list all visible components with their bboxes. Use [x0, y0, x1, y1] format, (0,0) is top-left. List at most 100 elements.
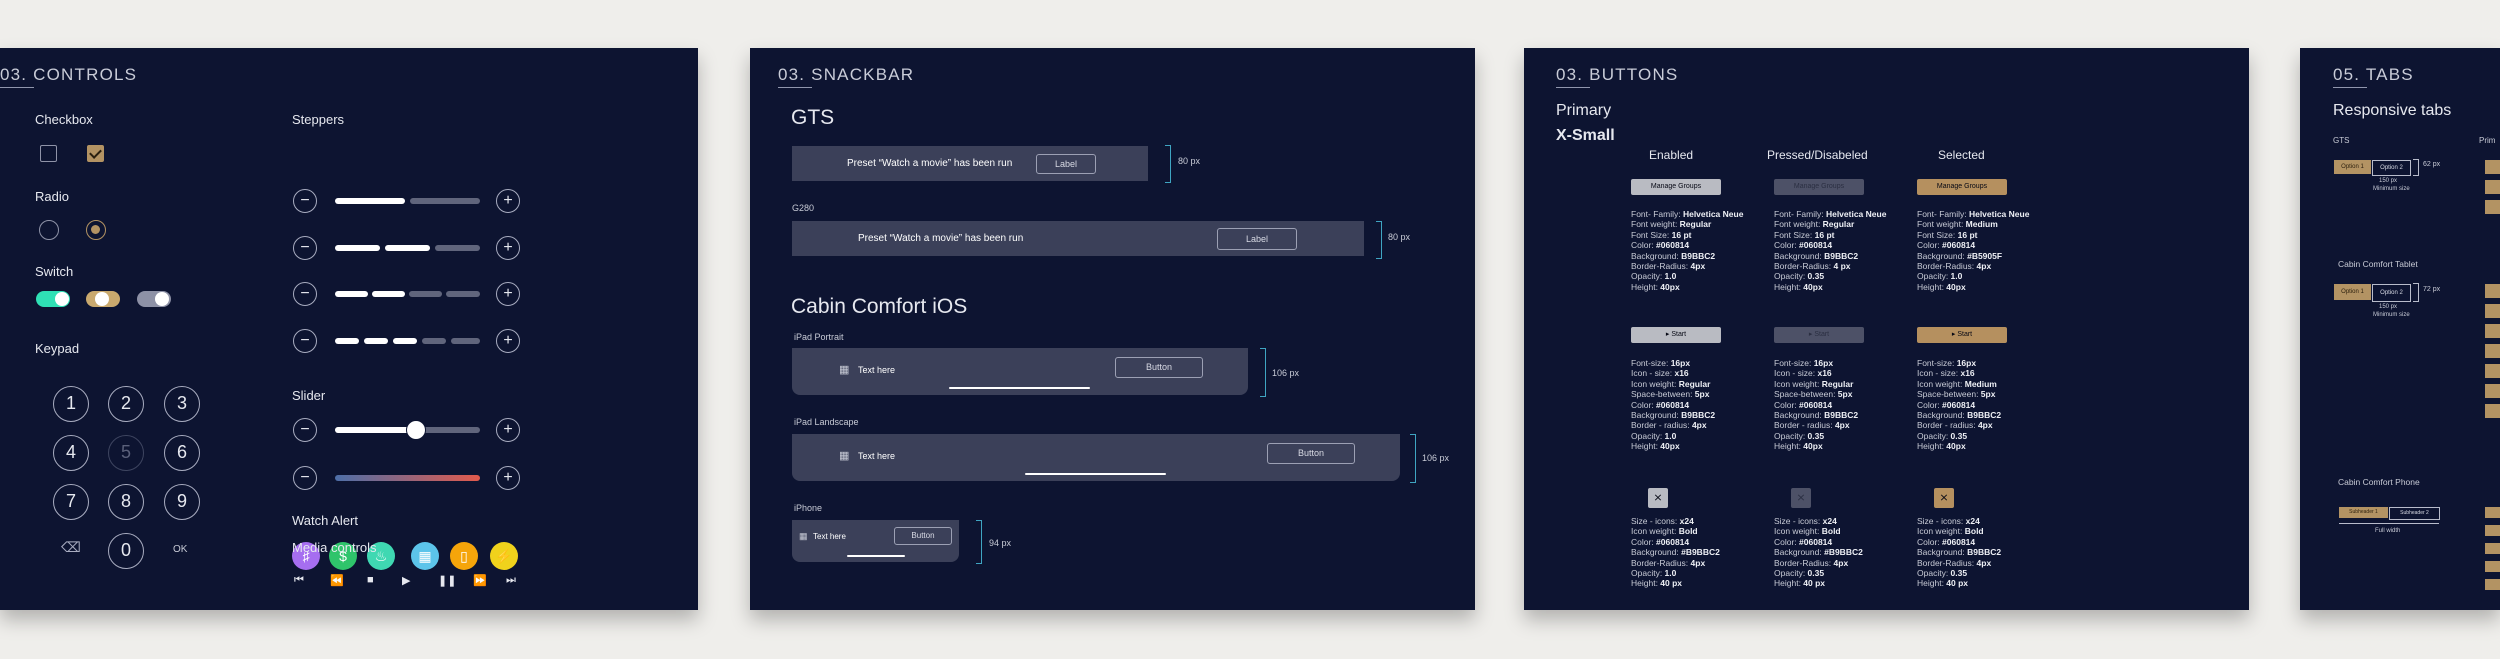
key-0[interactable]: 0: [108, 533, 144, 569]
key-6[interactable]: 6: [164, 435, 200, 471]
bolt-icon[interactable]: ⚡: [490, 542, 518, 570]
slider-plus-button[interactable]: +: [496, 418, 520, 442]
height-bracket: [2413, 159, 2419, 176]
tab-partial[interactable]: [2485, 324, 2500, 338]
spec-line: Icon weight: Bold: [1631, 526, 1698, 537]
radio-unselected[interactable]: [39, 220, 59, 240]
snackbar-button[interactable]: Button: [1115, 357, 1203, 378]
gradient-minus-button[interactable]: −: [293, 466, 317, 490]
tab-partial[interactable]: [2485, 579, 2500, 590]
key-4[interactable]: 4: [53, 435, 89, 471]
key-2[interactable]: 2: [108, 386, 144, 422]
stepper-segment: [364, 338, 388, 344]
slider-thumb[interactable]: [406, 420, 427, 440]
tab-partial[interactable]: [2485, 284, 2500, 298]
stepper-minus-button[interactable]: −: [293, 189, 317, 213]
responsive-tabs-heading: Responsive tabs: [2333, 102, 2452, 119]
spec-line: Opacity: 0.35: [1917, 568, 1968, 579]
stepper-minus-button[interactable]: −: [293, 329, 317, 353]
manage-groups-button-pressed[interactable]: Manage Groups: [1774, 179, 1864, 195]
key-5-disabled[interactable]: 5: [108, 435, 144, 471]
phone-icon[interactable]: ▯: [450, 542, 478, 570]
checkbox-checked[interactable]: [87, 145, 104, 162]
tab-partial[interactable]: [2485, 404, 2500, 418]
tab-partial[interactable]: [2485, 364, 2500, 378]
key-9[interactable]: 9: [164, 484, 200, 520]
switch-on-gold[interactable]: [86, 291, 120, 307]
start-button-selected[interactable]: ▸ Start: [1917, 327, 2007, 343]
tab-partial[interactable]: [2485, 180, 2500, 194]
tab-partial[interactable]: [2485, 543, 2500, 554]
snackbar-button[interactable]: Button: [1267, 443, 1355, 464]
gradient-slider-track[interactable]: [335, 475, 480, 481]
tab-partial[interactable]: [2485, 561, 2500, 572]
fast-forward-icon[interactable]: ⏩: [473, 574, 487, 587]
snackbar-label-button[interactable]: Label: [1217, 228, 1297, 250]
stepper-plus-button[interactable]: +: [496, 282, 520, 306]
start-button-enabled[interactable]: ▸ Start: [1631, 327, 1721, 343]
spec-line: Icon weight: Regular: [1774, 378, 1854, 389]
tab-partial[interactable]: [2485, 507, 2500, 518]
calendar-icon[interactable]: ▦: [411, 542, 439, 570]
spec-line: Height: 40px: [1917, 281, 1966, 292]
checkbox-unchecked[interactable]: [40, 145, 57, 162]
spec-line: Color: #060814: [1917, 536, 1976, 547]
mute-icon[interactable]: ⨯: [1648, 488, 1668, 508]
snackbar-message: Preset “Watch a movie” has been run: [847, 158, 1013, 169]
skip-back-icon[interactable]: ⏮: [294, 574, 304, 587]
tab-partial[interactable]: [2485, 525, 2500, 536]
stepper-segment: [422, 338, 446, 344]
stepper-plus-button[interactable]: +: [496, 189, 520, 213]
tab-partial[interactable]: [2485, 344, 2500, 358]
start-button-pressed[interactable]: ▸ Start: [1774, 327, 1864, 343]
switch-off[interactable]: [137, 291, 171, 307]
gradient-plus-button[interactable]: +: [496, 466, 520, 490]
pause-icon[interactable]: ❚❚: [438, 574, 456, 587]
tab-subheader-2[interactable]: Subheader 2: [2389, 507, 2440, 520]
snackbar-label-button[interactable]: Label: [1036, 154, 1096, 174]
key-1[interactable]: 1: [53, 386, 89, 422]
mute-icon[interactable]: ⨯: [1791, 488, 1811, 508]
snackbar-button[interactable]: Button: [894, 527, 952, 545]
stepper-plus-button[interactable]: +: [496, 236, 520, 260]
spec-line: Icon weight: Bold: [1917, 526, 1984, 537]
rewind-icon[interactable]: ⏪: [330, 574, 344, 587]
key-7[interactable]: 7: [53, 484, 89, 520]
gts-heading: GTS: [791, 106, 835, 129]
manage-groups-button-selected[interactable]: Manage Groups: [1917, 179, 2007, 195]
spec-line: Height: 40px: [1917, 441, 1966, 452]
stop-icon[interactable]: ■: [367, 574, 374, 586]
tab-option-2[interactable]: Option 2: [2372, 160, 2411, 176]
spec-block-selected: Font- Family: Helvetica Neue Font weight:…: [1917, 209, 2029, 292]
key-8[interactable]: 8: [108, 484, 144, 520]
snackbar-message: Preset “Watch a movie” has been run: [858, 233, 1024, 244]
slider-minus-button[interactable]: −: [293, 418, 317, 442]
spec-line: Font- Family: Helvetica Neue: [1917, 209, 2030, 219]
switch-on-teal[interactable]: [36, 291, 70, 307]
stepper-segment: [372, 291, 405, 297]
stepper-minus-button[interactable]: −: [293, 236, 317, 260]
snackbar-ipad-landscape: ▦ Text here Button: [792, 434, 1400, 481]
tab-option-1[interactable]: Option 1: [2334, 160, 2371, 174]
tab-option-2[interactable]: Option 2: [2372, 284, 2411, 302]
backspace-icon[interactable]: ⌫: [61, 539, 81, 556]
play-icon[interactable]: ▶: [402, 574, 410, 587]
tab-option-1[interactable]: Option 1: [2334, 284, 2371, 300]
manage-groups-button-enabled[interactable]: Manage Groups: [1631, 179, 1721, 195]
tab-partial[interactable]: [2485, 200, 2500, 214]
ok-key[interactable]: OK: [173, 544, 187, 555]
tab-partial[interactable]: [2485, 384, 2500, 398]
tab-partial[interactable]: [2485, 160, 2500, 174]
tab-partial[interactable]: [2485, 304, 2500, 318]
panel-title: 03. CONTROLS: [0, 65, 138, 88]
spec-line: Icon - size: x16: [1631, 368, 1689, 379]
cabin-phone-label: Cabin Comfort Phone: [2338, 477, 2420, 487]
tab-subheader-1[interactable]: Subheader 1: [2339, 507, 2388, 518]
skip-forward-icon[interactable]: ⏭: [506, 574, 516, 587]
radio-selected[interactable]: [86, 220, 106, 240]
stepper-minus-button[interactable]: −: [293, 282, 317, 306]
spec-line: Height: 40px: [1774, 281, 1823, 292]
stepper-plus-button[interactable]: +: [496, 329, 520, 353]
key-3[interactable]: 3: [164, 386, 200, 422]
mute-icon[interactable]: ⨯: [1934, 488, 1954, 508]
